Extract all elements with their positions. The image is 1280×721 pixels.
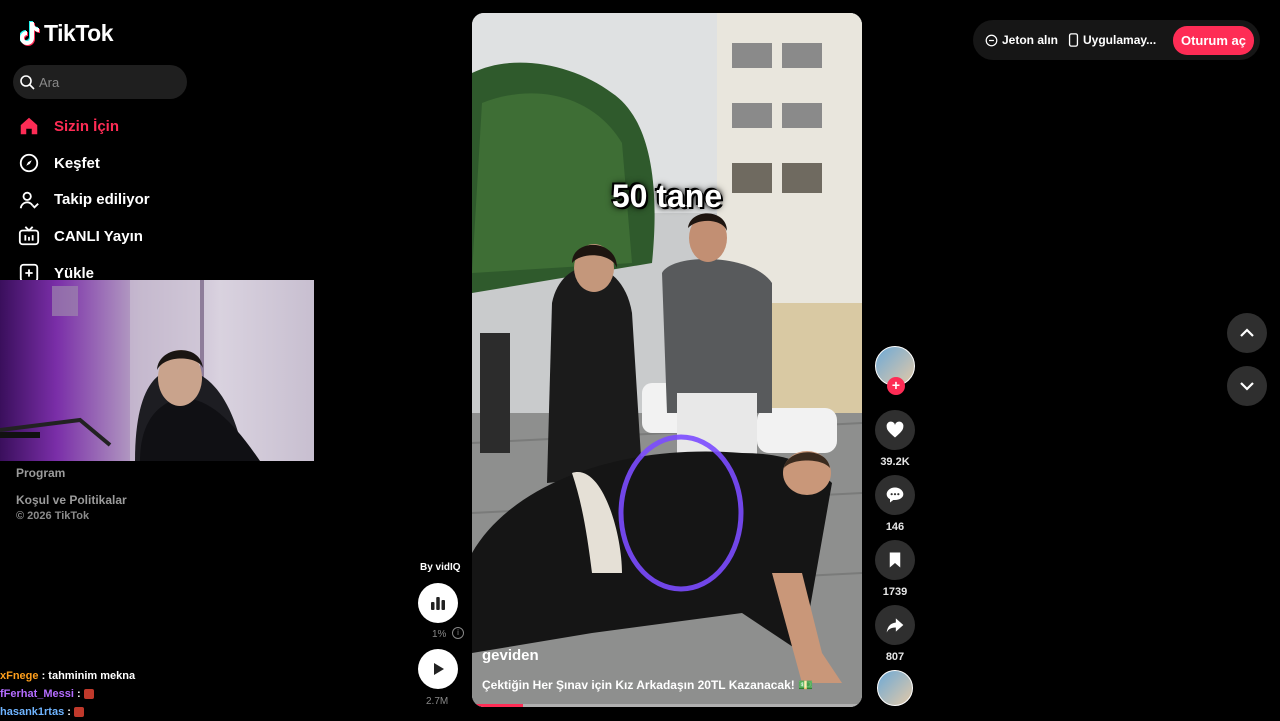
chevron-up-icon <box>1240 328 1254 337</box>
chat-message: hasank1rtas : <box>0 703 135 721</box>
follow-plus-icon[interactable]: + <box>887 377 905 395</box>
compass-icon <box>19 153 39 173</box>
nav-item-label: Sizin İçin <box>54 117 120 135</box>
phone-icon <box>1068 33 1079 47</box>
nav-item-live[interactable]: CANLI Yayın <box>18 218 218 255</box>
comment-count: 146 <box>885 521 905 533</box>
chat-user: hasank1rtas <box>0 706 65 718</box>
live-icon <box>18 226 40 246</box>
chat-user: xFnege <box>0 670 39 682</box>
video-author[interactable]: geviden <box>482 647 539 664</box>
stream-chat: xFnege : tahminim mekna fFerhat_Messi : … <box>0 667 135 721</box>
video-action-bar: + 39.2K 146 1739 807 <box>875 346 915 706</box>
share-count: 807 <box>885 651 905 663</box>
home-icon <box>20 118 38 135</box>
bookmark-icon <box>889 552 901 568</box>
video-frame-image <box>472 13 862 707</box>
creator-avatar[interactable]: + <box>875 346 915 395</box>
footer-terms-link[interactable]: Koşul ve Politikalar <box>16 493 127 507</box>
nav-item-label: CANLI Yayın <box>54 227 143 245</box>
chat-text: tahminim mekna <box>48 670 136 682</box>
coin-icon <box>985 34 998 46</box>
chat-user: fFerhat_Messi <box>0 688 74 700</box>
heart-icon <box>886 421 904 438</box>
comment-icon <box>886 487 904 503</box>
next-video-button[interactable] <box>1227 366 1267 406</box>
chat-message: xFnege : tahminim mekna <box>0 670 136 682</box>
share-icon <box>886 618 904 633</box>
tiktok-note-icon <box>20 20 40 46</box>
like-button[interactable] <box>875 410 915 450</box>
play-button[interactable] <box>418 649 458 689</box>
get-coins-button[interactable]: Jeton alın <box>985 33 1058 47</box>
chat-message: fFerhat_Messi : <box>0 685 135 703</box>
top-action-bar: Jeton alın Uygulamay... Oturum aç <box>973 20 1260 60</box>
save-button[interactable] <box>875 540 915 580</box>
get-coins-label: Jeton alın <box>1002 33 1059 47</box>
video-progress-fill <box>472 704 523 707</box>
like-count: 39.2K <box>880 456 910 468</box>
tiktok-logo[interactable]: TikTok <box>20 20 114 47</box>
search-bar[interactable] <box>13 65 187 99</box>
search-icon <box>20 75 35 90</box>
nav-item-label: Takip ediliyor <box>54 191 150 209</box>
save-count: 1739 <box>882 586 908 598</box>
nav-item-label: Keşfet <box>54 154 100 172</box>
video-progress-bar[interactable] <box>472 704 862 707</box>
info-icon[interactable]: i <box>452 627 464 639</box>
play-icon <box>434 663 444 675</box>
get-app-label: Uygulamay... <box>1083 33 1157 47</box>
chevron-down-icon <box>1240 382 1254 391</box>
get-app-button[interactable]: Uygulamay... <box>1068 33 1156 47</box>
music-avatar[interactable] <box>877 670 913 706</box>
vidiq-stats-button[interactable] <box>418 583 458 623</box>
bar-chart-icon <box>431 597 445 610</box>
copyright-text: © 2026 TikTok <box>16 510 90 522</box>
footer-program-link[interactable]: Program <box>16 466 127 480</box>
video-overlay-text: 50 tane <box>611 178 723 214</box>
vidiq-percent: 1% <box>432 629 447 640</box>
comment-button[interactable] <box>875 475 915 515</box>
logo-text: TikTok <box>44 20 114 46</box>
webcam-overlay <box>0 280 314 461</box>
share-button[interactable] <box>875 605 915 645</box>
search-input[interactable] <box>39 74 179 90</box>
login-button[interactable]: Oturum aç <box>1172 25 1254 55</box>
nav-item-for-you[interactable]: Sizin İçin <box>18 108 218 145</box>
video-player[interactable]: 50 tane geviden Çektiğin Her Şınav için … <box>472 13 862 707</box>
play-count: 2.7M <box>426 696 449 707</box>
nav-item-explore[interactable]: Keşfet <box>18 145 218 182</box>
vidiq-label: By vidIQ <box>420 562 461 573</box>
streamer-webcam-image <box>0 280 260 461</box>
sidebar-nav: Sizin İçin Keşfet Takip ediliyor CANLI Y… <box>18 108 218 291</box>
emote-icon <box>74 707 84 718</box>
emote-icon <box>83 689 94 700</box>
nav-item-following[interactable]: Takip ediliyor <box>18 181 218 218</box>
following-icon <box>19 191 39 209</box>
video-caption: Çektiğin Her Şınav için Kız Arkadaşın 20… <box>482 678 814 692</box>
previous-video-button[interactable] <box>1227 313 1267 353</box>
